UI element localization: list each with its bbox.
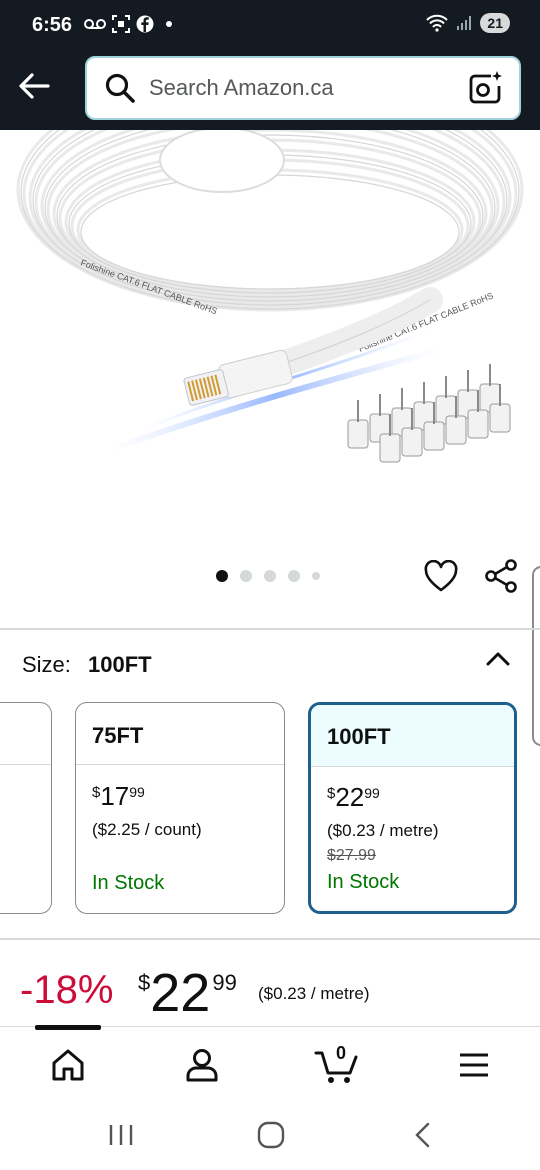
status-left-icons — [84, 15, 172, 33]
heart-icon[interactable] — [424, 560, 458, 594]
price-whole: 22 — [335, 782, 365, 812]
size-option-name: 75FT — [76, 703, 284, 765]
carousel-dot[interactable] — [216, 570, 228, 582]
nav-cart[interactable]: 0 — [314, 1043, 360, 1085]
nav-active-indicator — [35, 1025, 101, 1030]
size-option-head — [0, 703, 51, 765]
screenshot-icon — [112, 15, 130, 33]
facebook-icon — [136, 15, 154, 33]
home-icon — [52, 1049, 84, 1081]
carousel-dot[interactable] — [288, 570, 300, 582]
size-option-75ft[interactable]: 75FT $ 17 99 ($2.25 / count) In Stock — [75, 702, 285, 914]
search-input[interactable] — [149, 75, 467, 101]
size-option-name: 100FT — [311, 705, 514, 767]
nav-home[interactable] — [48, 1045, 88, 1085]
discount-percent: -18% — [20, 968, 114, 1012]
cable-illustration: Folishine CAT.6 FLAT CABLE RoHS Folishin… — [16, 130, 524, 463]
share-icon[interactable] — [484, 558, 518, 594]
product-image[interactable]: Folishine CAT.6 FLAT CABLE RoHS Folishin… — [0, 130, 540, 550]
size-option-availability: In Stock — [327, 871, 400, 893]
price-whole: 17 — [100, 781, 130, 811]
home-system-icon[interactable] — [256, 1120, 286, 1150]
status-time: 6:56 — [32, 14, 73, 36]
size-option-price: $ 22 99 — [327, 782, 514, 813]
recent-apps-icon[interactable] — [106, 1120, 136, 1150]
bottom-nav: 0 — [0, 1025, 540, 1102]
wifi-icon — [426, 14, 449, 32]
camera-search-icon[interactable] — [467, 70, 503, 106]
unit-price: ($0.23 / metre) — [258, 984, 370, 1003]
size-option-100ft[interactable]: 100FT $ 22 99 ($0.23 / metre) $27.99 In … — [308, 702, 517, 914]
size-option-partial[interactable] — [0, 702, 52, 914]
divider — [0, 628, 540, 630]
back-arrow-icon — [19, 73, 50, 99]
screen: 6:56 21 Search Amazon.ca Folishine CAT.6… — [0, 0, 540, 1170]
side-drawer-handle[interactable] — [532, 566, 540, 746]
voicemail-icon — [84, 19, 106, 29]
size-selected-value: 100FT — [88, 652, 152, 677]
price-symbol: $ — [92, 784, 101, 801]
current-price: $ 22 99 — [138, 966, 237, 1020]
divider — [0, 938, 540, 940]
back-button[interactable] — [16, 70, 52, 102]
top-bar: 6:56 21 — [0, 0, 540, 130]
battery-level: 21 — [480, 13, 510, 33]
chevron-up-icon[interactable] — [484, 646, 512, 670]
size-label: Size: — [22, 652, 71, 677]
price-cents: 99 — [212, 970, 237, 995]
size-option-price: $ 17 99 — [92, 781, 284, 812]
size-option-unit-price: ($2.25 / count) — [92, 820, 202, 839]
carousel-dot[interactable] — [264, 570, 276, 582]
price-symbol: $ — [327, 785, 336, 802]
status-right-icons: 21 — [426, 13, 510, 33]
notification-dot-icon — [166, 21, 172, 27]
price-symbol: $ — [138, 970, 151, 995]
nav-account[interactable] — [182, 1045, 222, 1085]
price-whole: 22 — [150, 963, 211, 1023]
carousel-dots — [216, 570, 320, 582]
cart-count: 0 — [335, 1043, 346, 1063]
account-icon — [186, 1049, 218, 1082]
carousel-dot[interactable] — [240, 570, 252, 582]
nav-menu[interactable] — [456, 1045, 496, 1085]
price-cents: 99 — [364, 785, 380, 801]
search-icon[interactable] — [103, 71, 137, 105]
system-nav-bar — [0, 1102, 540, 1170]
signal-icon — [457, 16, 472, 30]
cable-clips — [347, 364, 511, 463]
size-option-unit-price: ($0.23 / metre) — [327, 821, 439, 840]
price-cents: 99 — [129, 784, 145, 800]
menu-icon — [460, 1053, 488, 1077]
size-option-list-price: $27.99 — [327, 847, 376, 864]
carousel-dot[interactable] — [312, 572, 320, 580]
search-bar[interactable] — [85, 56, 521, 120]
size-option-availability: In Stock — [92, 872, 165, 894]
back-system-icon[interactable] — [408, 1120, 438, 1150]
